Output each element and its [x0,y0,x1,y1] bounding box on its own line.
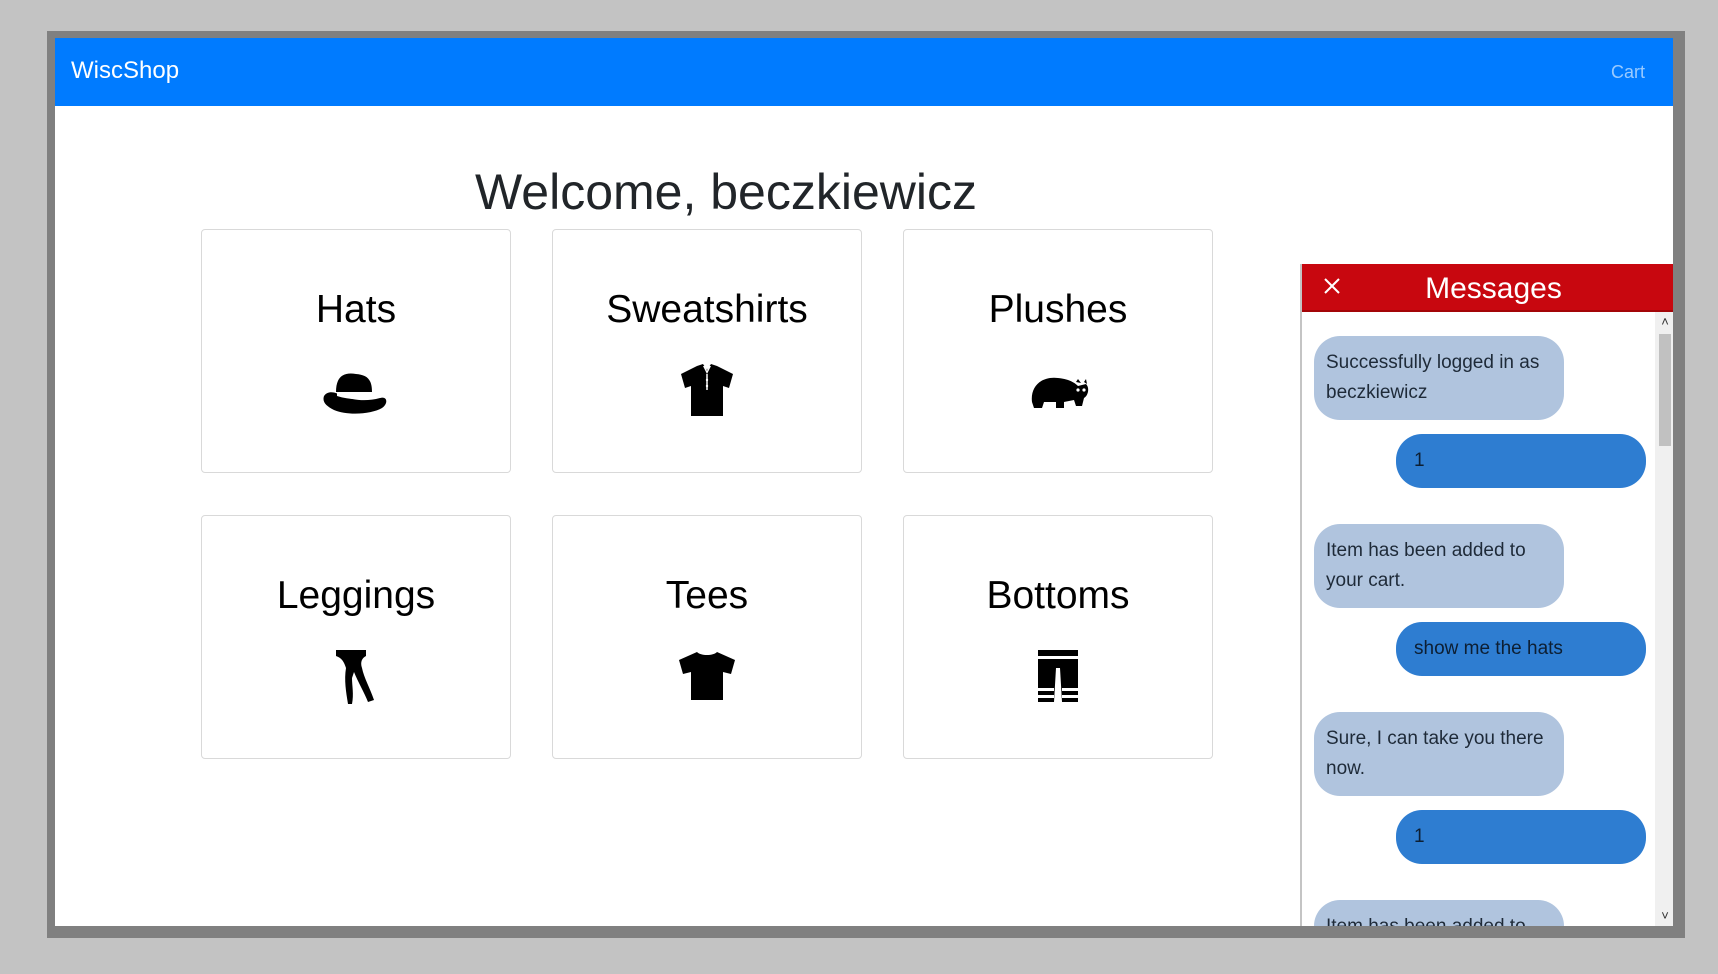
cart-link[interactable]: Cart [1611,62,1645,83]
bot-message: Sure, I can take you there now. [1314,712,1564,796]
category-card-bottoms[interactable]: Bottoms [903,515,1213,759]
category-card-plushes[interactable]: Plushes [903,229,1213,473]
bot-message: Item has been added to your cart. [1314,524,1564,608]
category-title: Bottoms [986,574,1130,617]
category-card-hats[interactable]: Hats [201,229,511,473]
user-message: show me the hats [1396,622,1646,676]
category-title: Sweatshirts [606,288,808,331]
sweatshirt-icon [673,362,741,418]
brand-link[interactable]: WiscShop [71,57,179,85]
scrollbar-thumb[interactable] [1659,334,1671,446]
chat-header: Messages [1302,264,1673,312]
navbar: WiscShop Cart [55,38,1673,106]
category-title: Hats [315,288,397,331]
leggings-icon [322,648,390,704]
category-title: Leggings [276,574,436,617]
scroll-up-arrow-icon[interactable]: ˄ [1655,312,1673,332]
chat-message-list[interactable]: Successfully logged in as beczkiewicz 1 … [1302,312,1654,926]
chat-scrollbar[interactable]: ˄ ˅ [1655,312,1673,926]
category-card-sweatshirts[interactable]: Sweatshirts [552,229,862,473]
hat-icon [322,362,390,418]
bot-message: Successfully logged in as beczkiewicz [1314,336,1564,420]
pants-icon [1024,648,1092,704]
bot-message: Item has been added to [1314,900,1564,926]
category-card-leggings[interactable]: Leggings [201,515,511,759]
user-message: 1 [1396,810,1646,864]
category-card-tees[interactable]: Tees [552,515,862,759]
bear-plush-icon [1024,362,1092,418]
chat-title: Messages [1425,272,1562,305]
browser-window: WiscShop Cart Welcome, beczkiewicz Hats … [55,38,1673,926]
category-title: Tees [665,574,749,617]
page-title: Welcome, beczkiewicz [475,164,978,220]
user-message: 1 [1396,434,1646,488]
category-title: Plushes [988,288,1128,331]
tshirt-icon [673,648,741,704]
scroll-down-arrow-icon[interactable]: ˅ [1655,906,1673,926]
chat-panel: Messages Successfully logged in as beczk… [1300,264,1673,926]
